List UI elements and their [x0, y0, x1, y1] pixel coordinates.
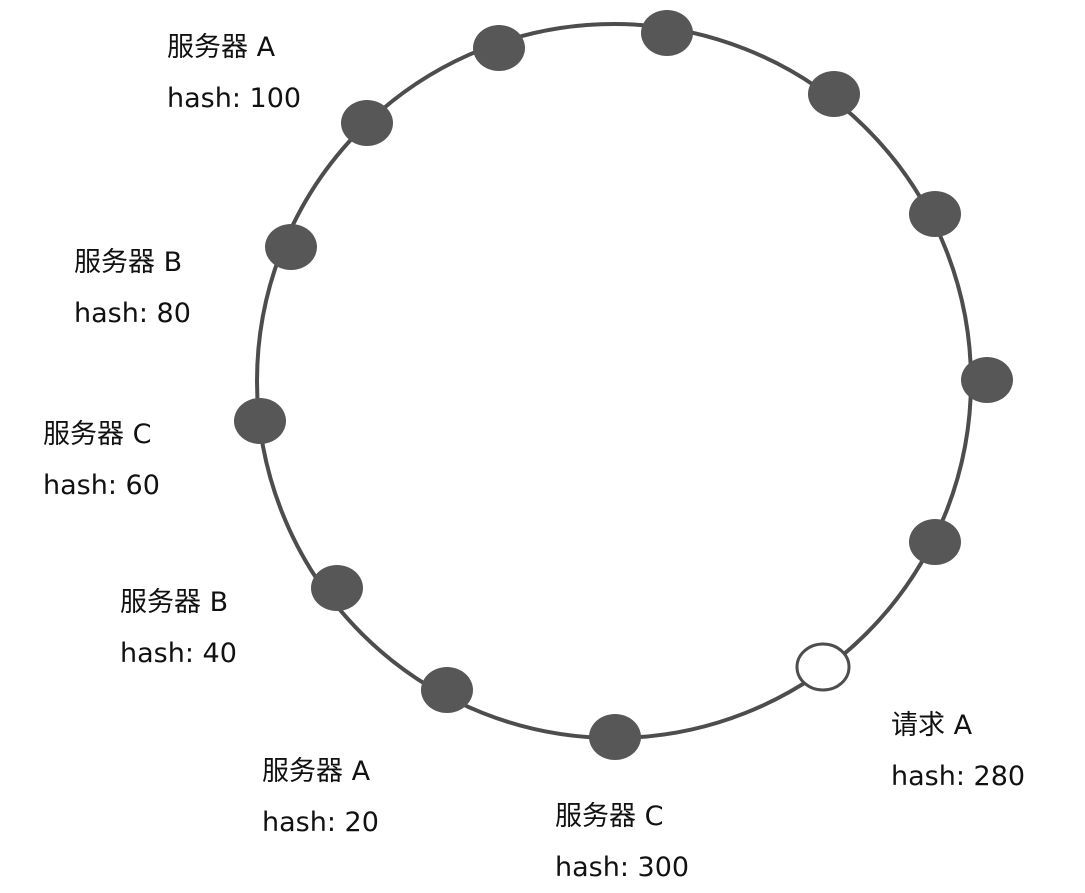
server-node	[641, 10, 693, 56]
hash-value: hash: 100	[167, 83, 302, 114]
label-server-b-40: 服务器 B hash: 40	[120, 577, 237, 679]
server-name: 服务器 B	[74, 247, 183, 278]
server-name: 服务器 A	[167, 32, 276, 63]
server-node	[265, 224, 317, 270]
hash-value: hash: 60	[43, 470, 160, 501]
request-node	[795, 642, 851, 692]
hash-value: hash: 300	[555, 852, 690, 883]
server-node	[421, 667, 473, 713]
server-node	[311, 565, 363, 611]
ring-nodes	[234, 10, 1013, 760]
request-name: 请求 A	[891, 710, 973, 741]
server-name: 服务器 A	[262, 756, 371, 787]
hash-value: hash: 280	[891, 761, 1026, 792]
server-name: 服务器 B	[120, 587, 229, 618]
label-server-c-60: 服务器 C hash: 60	[43, 409, 160, 511]
server-node	[808, 71, 860, 117]
server-name: 服务器 C	[43, 419, 152, 450]
hash-value: hash: 80	[74, 298, 191, 329]
server-name: 服务器 C	[555, 801, 664, 832]
label-server-b-80: 服务器 B hash: 80	[74, 237, 191, 339]
server-node	[341, 100, 393, 146]
label-server-c-300: 服务器 C hash: 300	[555, 791, 689, 893]
label-server-a-100: 服务器 A hash: 100	[167, 22, 301, 124]
server-node	[234, 398, 286, 444]
server-node	[909, 519, 961, 565]
server-node	[909, 191, 961, 237]
server-node	[961, 357, 1013, 403]
hash-value: hash: 40	[120, 638, 237, 669]
label-server-a-20: 服务器 A hash: 20	[262, 746, 379, 848]
hash-value: hash: 20	[262, 807, 379, 838]
server-node	[473, 25, 525, 71]
server-node	[589, 714, 641, 760]
label-request-a-280: 请求 A hash: 280	[891, 700, 1025, 802]
